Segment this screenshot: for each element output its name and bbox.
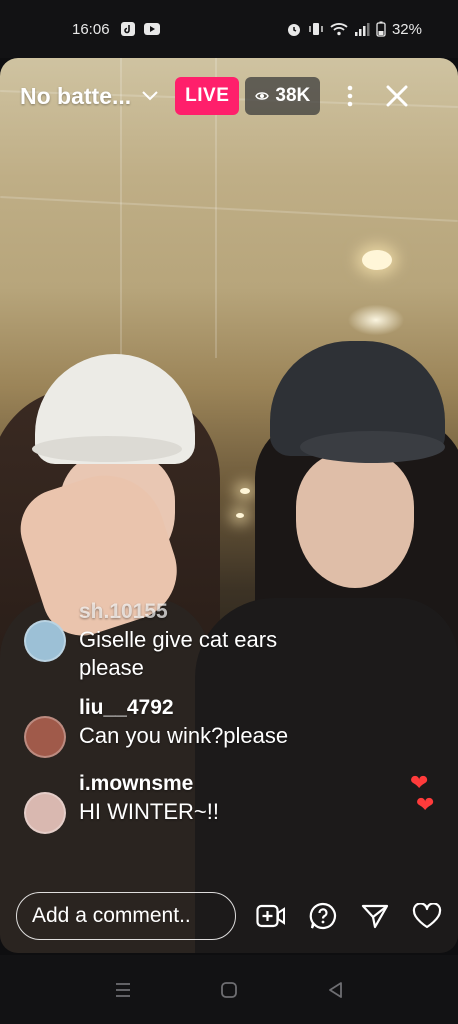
- live-badge: LIVE: [175, 77, 240, 115]
- ceiling-light: [362, 250, 392, 270]
- comment-text: Giselle give cat ears please: [79, 627, 278, 680]
- wifi-icon: [330, 22, 348, 36]
- heart-icon[interactable]: [412, 901, 442, 931]
- person-right-face: [296, 453, 414, 588]
- floating-hearts: ❤ ❤: [410, 772, 434, 816]
- comment-item: i.mownsme HI WINTER~!!: [24, 770, 384, 834]
- status-bar: 16:06 32%: [0, 0, 458, 58]
- comment-username[interactable]: sh.10155: [79, 598, 339, 626]
- comment-text: Can you wink?please: [79, 723, 289, 748]
- send-icon[interactable]: [360, 901, 390, 931]
- home-icon[interactable]: [217, 978, 241, 1002]
- youtube-icon: [143, 22, 160, 36]
- alarm-icon: [286, 21, 302, 37]
- back-icon[interactable]: [323, 978, 347, 1002]
- signal-icon: [354, 22, 370, 36]
- chevron-down-icon[interactable]: [141, 87, 159, 105]
- comment-item: liu__4792 Can you wink?please: [24, 694, 384, 758]
- heart-icon: ❤: [416, 792, 435, 817]
- comment-input[interactable]: Add a comment..: [16, 892, 236, 940]
- question-icon[interactable]: [308, 901, 338, 931]
- system-nav-bar: [0, 955, 458, 1024]
- comment-username[interactable]: i.mownsme: [79, 770, 219, 798]
- status-time: 16:06: [72, 20, 110, 38]
- comment-list: sh.10155 Giselle give cat ears please li…: [24, 598, 384, 846]
- ceiling-line: [0, 196, 458, 222]
- vibrate-icon: [308, 21, 324, 37]
- avatar[interactable]: [24, 716, 66, 758]
- eye-icon: [255, 85, 270, 107]
- live-header: No batte... LIVE 38K: [0, 74, 458, 118]
- battery-percent: 32%: [391, 20, 422, 38]
- avatar[interactable]: [24, 620, 66, 662]
- ceiling-light: [240, 488, 250, 494]
- avatar[interactable]: [24, 792, 66, 834]
- navy-cap-brim: [300, 431, 445, 463]
- comment-username[interactable]: liu__4792: [79, 694, 288, 722]
- close-icon[interactable]: [382, 81, 412, 111]
- battery-icon: [376, 21, 386, 37]
- white-cap-brim: [32, 436, 182, 462]
- tiktok-icon: [120, 22, 136, 36]
- heart-icon: ❤: [410, 770, 429, 795]
- comment-composer: Add a comment..: [0, 884, 458, 948]
- live-title[interactable]: No batte...: [20, 83, 131, 110]
- comment-item: sh.10155 Giselle give cat ears please: [24, 598, 384, 682]
- viewer-count[interactable]: 38K: [245, 77, 321, 115]
- ceiling-light: [236, 513, 244, 518]
- recents-icon[interactable]: [111, 978, 135, 1002]
- viewer-count-value: 38K: [275, 85, 311, 106]
- add-video-icon[interactable]: [256, 901, 286, 931]
- comment-text: HI WINTER~!!: [79, 799, 219, 824]
- more-options-icon[interactable]: [338, 81, 362, 111]
